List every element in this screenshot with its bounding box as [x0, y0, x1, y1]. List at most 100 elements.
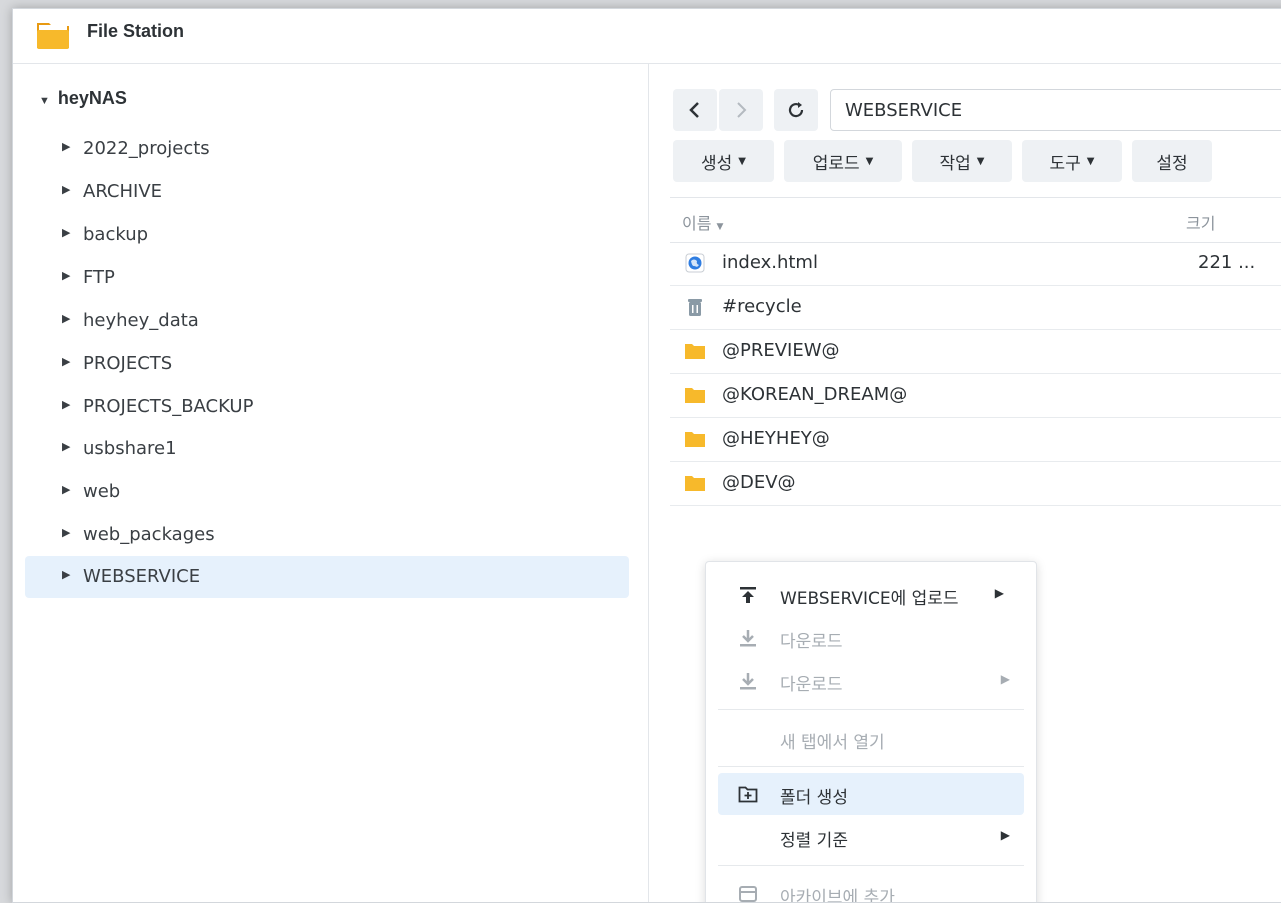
tree-item-archive[interactable]: ▶ ARCHIVE [25, 171, 629, 213]
submenu-arrow-icon: ▶ [1000, 672, 1010, 686]
file-row-korean-dream[interactable]: @KOREAN_DREAM@ [670, 373, 1281, 418]
caret-right-icon[interactable]: ▶ [62, 355, 70, 368]
menu-separator [718, 865, 1024, 866]
file-row-heyhey[interactable]: @HEYHEY@ [670, 417, 1281, 462]
caret-right-icon[interactable]: ▶ [62, 483, 70, 496]
folder-icon [685, 344, 705, 359]
file-name: @DEV@ [722, 472, 796, 493]
folder-icon [685, 476, 705, 491]
tree-item-label: WEBSERVICE [83, 566, 201, 587]
tree-item-heyhey-data[interactable]: ▶ heyhey_data [25, 300, 629, 342]
path-text: WEBSERVICE [845, 100, 963, 121]
chevron-left-icon [689, 102, 699, 118]
tree-item-ftp[interactable]: ▶ FTP [25, 257, 629, 299]
file-size: 221 ... [1198, 252, 1256, 273]
upload-icon [740, 587, 756, 603]
menu-item-label: 다운로드 [780, 675, 843, 695]
file-row-preview[interactable]: @PREVIEW@ [670, 329, 1281, 374]
file-row-index-html[interactable]: index.html 221 ... [670, 241, 1281, 286]
upload-label: 업로드 [812, 153, 860, 174]
menu-item-upload-to[interactable]: WEBSERVICE에 업로드 ▶ [718, 574, 1024, 616]
caret-right-icon[interactable]: ▶ [62, 312, 70, 325]
menu-item-label: WEBSERVICE에 업로드 [780, 589, 959, 609]
menu-item-sort-by[interactable]: 정렬 기준 ▶ [718, 816, 1024, 858]
menu-item-label: 다운로드 [780, 632, 843, 652]
title-bar: File Station [13, 9, 1281, 64]
tree-item-projects[interactable]: ▶ PROJECTS [25, 343, 629, 385]
dropdown-caret-icon: ▼ [1086, 155, 1095, 167]
column-header-size[interactable]: 크기 [1186, 210, 1215, 234]
menu-item-label: 새 탭에서 열기 [780, 733, 885, 753]
tree-item-web-packages[interactable]: ▶ web_packages [25, 514, 629, 556]
archive-icon [739, 886, 757, 902]
caret-right-icon[interactable]: ▶ [62, 398, 70, 411]
file-name: @KOREAN_DREAM@ [722, 384, 908, 405]
forward-button[interactable] [719, 89, 763, 131]
dropdown-caret-icon: ▼ [976, 155, 985, 167]
file-row-recycle[interactable]: #recycle [670, 285, 1281, 330]
menu-item-download-submenu[interactable]: 다운로드 ▶ [718, 660, 1024, 702]
folder-icon [685, 432, 705, 447]
file-name: #recycle [722, 296, 802, 317]
tree-item-label: web_packages [83, 524, 215, 545]
file-name: @HEYHEY@ [722, 428, 830, 449]
caret-right-icon[interactable]: ▶ [62, 269, 70, 282]
caret-down-icon[interactable]: ▼ [39, 95, 50, 107]
folder-icon [685, 388, 705, 403]
tools-label: 도구 [1049, 153, 1081, 174]
column-header-name[interactable]: 이름 ▼ [682, 210, 723, 234]
settings-button[interactable]: 설정 [1132, 140, 1212, 182]
tree-item-usbshare1[interactable]: ▶ usbshare1 [25, 428, 629, 470]
tree-item-label: backup [83, 224, 149, 245]
download-icon [740, 673, 756, 690]
caret-right-icon[interactable]: ▶ [62, 140, 70, 153]
caret-right-icon[interactable]: ▶ [62, 526, 70, 539]
download-icon [740, 630, 756, 647]
menu-item-label: 폴더 생성 [780, 788, 848, 808]
context-menu: WEBSERVICE에 업로드 ▶ 다운로드 다운로드 ▶ 새 탭에서 열기 폴… [705, 561, 1037, 902]
caret-right-icon[interactable]: ▶ [62, 183, 70, 196]
tree-item-webservice[interactable]: ▶ WEBSERVICE [25, 556, 629, 598]
menu-separator [718, 766, 1024, 767]
refresh-icon [788, 102, 804, 118]
upload-button[interactable]: 업로드 ▼ [784, 140, 902, 182]
action-label: 작업 [939, 153, 971, 174]
tree-item-backup[interactable]: ▶ backup [25, 214, 629, 256]
sort-caret-icon: ▼ [716, 222, 724, 232]
tree-item-label: web [83, 481, 121, 502]
path-input[interactable]: WEBSERVICE [830, 89, 1281, 131]
menu-item-open-new-tab[interactable]: 새 탭에서 열기 [718, 718, 1024, 760]
dropdown-caret-icon: ▼ [865, 155, 874, 167]
file-row-dev[interactable]: @DEV@ [670, 461, 1281, 506]
tree-item-label: 2022_projects [83, 138, 210, 159]
tree-root-heynas[interactable]: ▼ heyNAS [39, 88, 127, 109]
create-label: 생성 [701, 153, 733, 174]
tree-item-label: FTP [83, 267, 115, 288]
menu-item-add-to-archive[interactable]: 아카이브에 추가 [718, 873, 1024, 902]
submenu-arrow-icon: ▶ [994, 586, 1004, 600]
file-list-header: 이름 ▼ 크기 [670, 197, 1281, 243]
tree-item-label: PROJECTS [83, 353, 173, 374]
chevron-right-icon [737, 102, 747, 118]
caret-right-icon[interactable]: ▶ [62, 440, 70, 453]
menu-item-create-folder[interactable]: 폴더 생성 [718, 773, 1024, 815]
tree-item-projects-backup[interactable]: ▶ PROJECTS_BACKUP [25, 386, 629, 428]
file-name: @PREVIEW@ [722, 340, 840, 361]
folder-tree-sidebar: ▼ heyNAS ▶ 2022_projects ▶ ARCHIVE ▶ back… [13, 64, 649, 902]
tree-item-2022-projects[interactable]: ▶ 2022_projects [25, 128, 629, 170]
tree-item-label: usbshare1 [83, 438, 177, 459]
tree-item-label: PROJECTS_BACKUP [83, 396, 254, 417]
caret-right-icon[interactable]: ▶ [62, 226, 70, 239]
back-button[interactable] [673, 89, 717, 131]
column-name-label: 이름 [682, 214, 712, 233]
tools-button[interactable]: 도구 ▼ [1022, 140, 1122, 182]
app-title: File Station [87, 21, 185, 41]
create-button[interactable]: 생성 ▼ [673, 140, 774, 182]
action-button[interactable]: 작업 ▼ [912, 140, 1012, 182]
tree-item-label: ARCHIVE [83, 181, 163, 202]
menu-separator [718, 709, 1024, 710]
refresh-button[interactable] [774, 89, 818, 131]
menu-item-download[interactable]: 다운로드 [718, 617, 1024, 659]
caret-right-icon[interactable]: ▶ [62, 568, 70, 581]
tree-item-web[interactable]: ▶ web [25, 471, 629, 513]
